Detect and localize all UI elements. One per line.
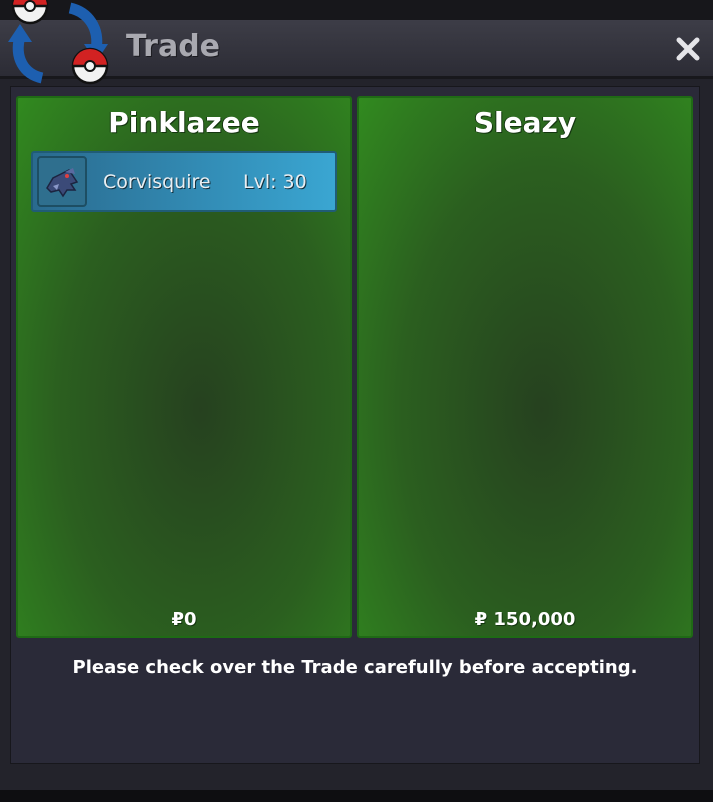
trade-panel-right: Sleazy ₽ 150,000 bbox=[357, 96, 693, 638]
right-money: ₽ 150,000 bbox=[359, 609, 691, 630]
trade-content: Pinklazee Corvisquire Lvl: 30 ₽0 Sleazy … bbox=[10, 86, 700, 764]
right-player-name: Sleazy bbox=[473, 106, 577, 139]
left-money: ₽0 bbox=[18, 609, 350, 630]
currency-symbol: ₽ bbox=[474, 609, 488, 630]
left-money-amount: 0 bbox=[184, 609, 197, 630]
right-money-amount: 150,000 bbox=[493, 609, 576, 630]
trade-swap-icon bbox=[8, 0, 109, 85]
pokemon-icon-frame bbox=[37, 156, 87, 207]
left-player-name: Pinklazee bbox=[108, 106, 260, 139]
trade-window: Trade Pinklazee Corvisquire Lvl: 30 ₽0 S… bbox=[0, 0, 713, 802]
trade-panel-left: Pinklazee Corvisquire Lvl: 30 ₽0 bbox=[16, 96, 352, 638]
pokemon-name: Corvisquire bbox=[103, 171, 211, 193]
corvisquire-sprite-icon bbox=[46, 168, 79, 198]
trade-item-corvisquire[interactable]: Corvisquire Lvl: 30 bbox=[31, 151, 337, 212]
trade-notice: Please check over the Trade carefully be… bbox=[72, 657, 638, 678]
currency-symbol: ₽ bbox=[171, 609, 184, 630]
close-icon[interactable] bbox=[673, 34, 703, 64]
pokemon-level: Lvl: 30 bbox=[243, 171, 307, 193]
bottom-strip bbox=[0, 790, 713, 802]
window-title: Trade bbox=[126, 29, 221, 64]
